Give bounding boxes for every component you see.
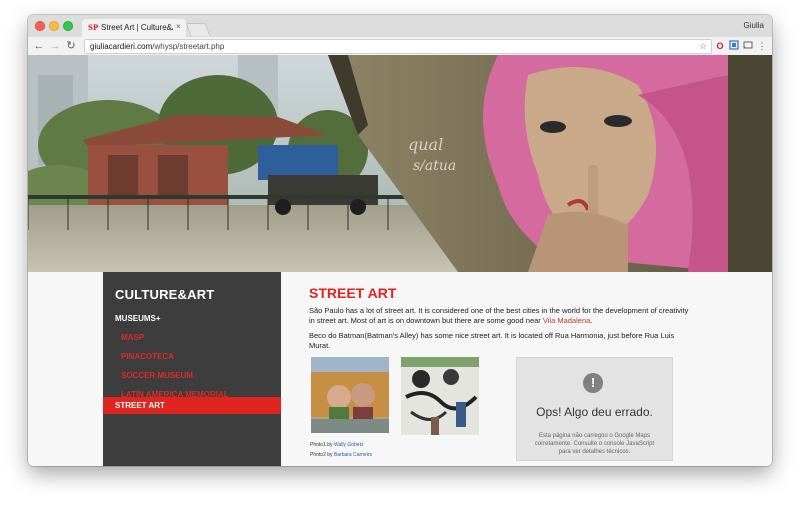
forward-icon[interactable]: → bbox=[48, 39, 62, 53]
batman-alley-paragraph: Beco do Batman(Batman's Alley) has some … bbox=[309, 331, 675, 350]
intro-paragraph: São Paulo has a lot of street art. It is… bbox=[309, 306, 689, 326]
photo1-caption: Photo1 by Wally Gobetz bbox=[310, 442, 363, 448]
back-icon[interactable]: ← bbox=[32, 39, 46, 53]
street-art-photo-1[interactable] bbox=[311, 357, 389, 433]
profile-name[interactable]: Giulia bbox=[744, 21, 764, 30]
browser-toolbar: ← → ↻ giuliacardieri.com/whysp/streetart… bbox=[28, 37, 772, 56]
photo2-caption: Photo2 by Barbara Carneiro bbox=[310, 452, 372, 458]
sidebar-item-soccer-museum[interactable]: SOCCER MUSEUM bbox=[121, 371, 193, 380]
minimize-window-button[interactable] bbox=[49, 21, 59, 31]
reload-icon[interactable]: ↻ bbox=[64, 39, 78, 53]
page-content: qual s/atua CULTURE&ART MUSEUMS+ MASP PI… bbox=[28, 55, 772, 466]
intro-end: . bbox=[590, 316, 593, 325]
sidebar-item-masp[interactable]: MASP bbox=[121, 333, 144, 342]
browser-tab[interactable]: SP Street Art | Culture&Art | Why × bbox=[82, 19, 186, 37]
title-bar: SP Street Art | Culture&Art | Why × Giul… bbox=[28, 15, 772, 37]
opera-icon[interactable]: O bbox=[714, 40, 726, 52]
site-brand[interactable]: CULTURE&ART bbox=[115, 287, 214, 302]
wally-gobetz-link[interactable]: Wally Gobetz bbox=[334, 442, 364, 448]
tab-title: Street Art | Culture&Art | Why bbox=[101, 23, 173, 32]
map-error-title: Ops! Algo deu errado. bbox=[536, 405, 653, 419]
photo1-caption-prefix: Photo1 by bbox=[310, 442, 333, 448]
maximize-window-button[interactable] bbox=[63, 21, 73, 31]
url-host: giuliacardieri.com bbox=[90, 42, 153, 51]
url-text: giuliacardieri.com/whysp/streetart.php bbox=[90, 41, 224, 52]
intro-text: São Paulo has a lot of street art. It is… bbox=[309, 306, 689, 325]
vila-madalena-link[interactable]: Vila Madalena bbox=[543, 316, 590, 325]
street-art-photo-2[interactable] bbox=[401, 357, 479, 435]
svg-text:s/atua: s/atua bbox=[413, 158, 456, 174]
photo2-caption-prefix: Photo2 by bbox=[310, 452, 333, 458]
map-container[interactable]: ! Ops! Algo deu errado. Esta página não … bbox=[516, 357, 673, 461]
cast-icon[interactable] bbox=[742, 40, 754, 52]
tab-close-icon[interactable]: × bbox=[176, 22, 181, 32]
sidebar: CULTURE&ART MUSEUMS+ MASP PINACOTECA SOC… bbox=[103, 272, 281, 466]
barbara-carneiro-link[interactable]: Barbara Carneiro bbox=[334, 452, 372, 458]
new-tab-button[interactable] bbox=[185, 23, 211, 36]
url-path: /whysp/streetart.php bbox=[152, 42, 225, 51]
alert-icon: ! bbox=[583, 373, 603, 393]
address-bar[interactable]: giuliacardieri.com/whysp/streetart.php ☆ bbox=[84, 39, 712, 54]
sidebar-item-label: STREET ART bbox=[115, 401, 165, 410]
browser-window: SP Street Art | Culture&Art | Why × Giul… bbox=[28, 15, 772, 466]
close-window-button[interactable] bbox=[35, 21, 45, 31]
favicon-icon: SP bbox=[88, 23, 99, 32]
sidebar-section-museums[interactable]: MUSEUMS+ bbox=[115, 314, 161, 323]
hero-image: qual s/atua bbox=[28, 55, 772, 272]
extension-icon[interactable] bbox=[728, 40, 740, 52]
page-title: STREET ART bbox=[309, 285, 397, 301]
map-error-description: Esta página não carregou o Google Maps c… bbox=[534, 433, 655, 455]
svg-text:qual: qual bbox=[408, 135, 443, 154]
sidebar-item-street-art[interactable]: STREET ART bbox=[103, 397, 281, 414]
sidebar-item-pinacoteca[interactable]: PINACOTECA bbox=[121, 352, 174, 361]
star-icon[interactable]: ☆ bbox=[699, 40, 707, 53]
menu-icon[interactable]: ⋮ bbox=[756, 40, 768, 52]
